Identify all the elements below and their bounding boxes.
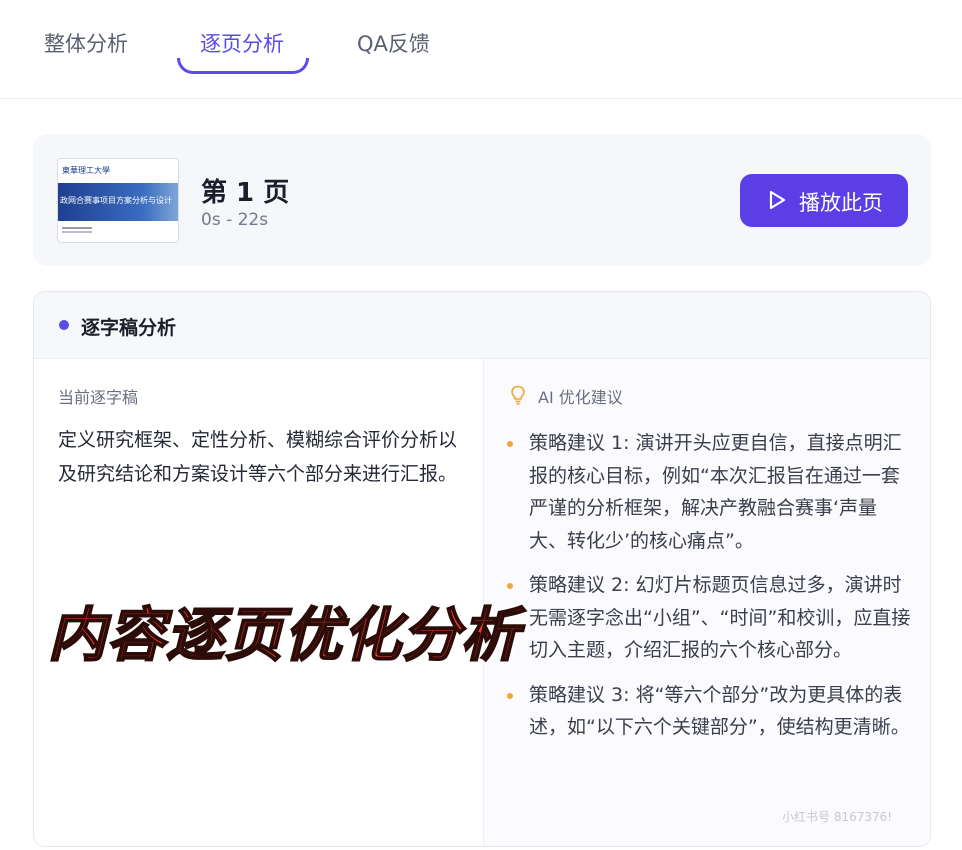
slide-thumbnail[interactable]: 東華理工大學 政网合赛事项目方案分析与设计 [57, 158, 179, 243]
play-icon [769, 190, 786, 210]
tab-qa-feedback[interactable]: QA反馈 [357, 28, 430, 58]
analysis-header: 逐字稿分析 [34, 292, 930, 359]
transcript-analysis-card: 逐字稿分析 当前逐字稿 定义研究框架、定性分析、模糊综合评价分析以及研究结论和方… [33, 291, 931, 847]
thumbnail-text-lines [62, 227, 92, 229]
ai-suggestions-label: AI 优化建议 [538, 388, 623, 407]
suggestion-item: 策略建议 3: 将“等六个部分”改为更具体的表述，如“以下六个关键部分”，使结构… [505, 679, 915, 744]
watermark-text: 小红书号 8167376! [782, 810, 893, 824]
header-dot-icon [59, 320, 69, 330]
analysis-title: 逐字稿分析 [81, 317, 177, 339]
ai-suggestions-panel: AI 优化建议 策略建议 1: 演讲开头应更自信，直接点明汇报的核心目标，例如“… [483, 359, 930, 846]
page-header-card: 東華理工大學 政网合赛事项目方案分析与设计 第 1 页 0s - 22s 播放此… [33, 134, 931, 266]
thumbnail-logo: 東華理工大學 [62, 166, 110, 175]
suggestion-item: 策略建议 1: 演讲开头应更自信，直接点明汇报的核心目标，例如“本次汇报旨在通过… [505, 427, 915, 557]
transcript-text: 定义研究框架、定性分析、模糊综合评价分析以及研究结论和方案设计等六个部分来进行汇… [58, 429, 458, 485]
transcript-label: 当前逐字稿 [58, 388, 139, 407]
play-button-label: 播放此页 [799, 191, 883, 215]
page-time-range: 0s - 22s [201, 210, 269, 230]
play-page-button[interactable]: 播放此页 [740, 174, 908, 227]
thumbnail-banner-text: 政网合赛事项目方案分析与设计 [60, 196, 172, 205]
tab-overall-analysis[interactable]: 整体分析 [44, 28, 128, 58]
suggestion-list: 策略建议 1: 演讲开头应更自信，直接点明汇报的核心目标，例如“本次汇报旨在通过… [505, 427, 915, 756]
tab-page-analysis[interactable]: 逐页分析 [200, 28, 284, 58]
lightbulb-icon [511, 385, 525, 405]
tab-bar: 整体分析 逐页分析 QA反馈 [0, 0, 962, 99]
suggestion-item: 策略建议 2: 幻灯片标题页信息过多，演讲时无需逐字念出“小组”、“时间”和校训… [505, 569, 915, 667]
overlay-caption: 内容逐页优化分析 [47, 600, 521, 670]
page-title: 第 1 页 [201, 178, 290, 208]
active-tab-indicator [177, 58, 309, 74]
